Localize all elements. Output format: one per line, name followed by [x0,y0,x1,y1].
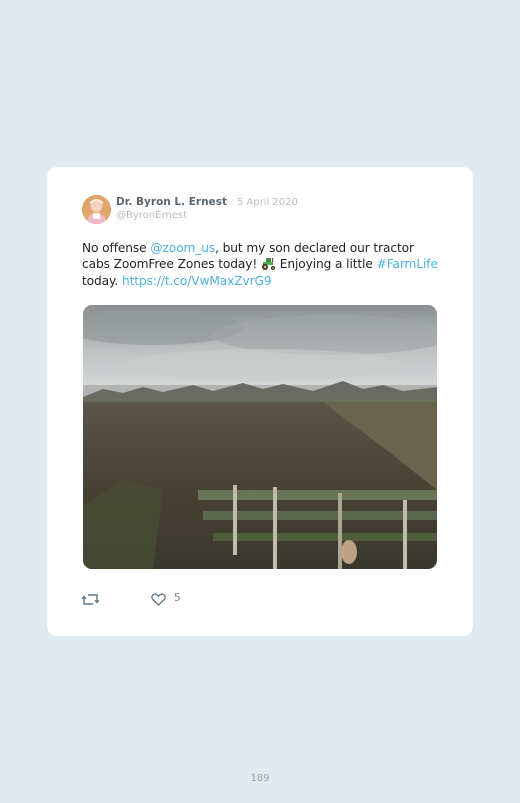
page: Dr. Byron L. Ernest · 5 April 2020 @Byro… [0,0,520,803]
url-link[interactable]: https://t.co/VwMaxZvrG9 [122,274,272,288]
tractor-emoji-icon [261,257,276,275]
tweet-text-part: No offense [82,241,151,255]
tweet-card: Dr. Byron L. Ernest · 5 April 2020 @Byro… [47,167,473,636]
avatar[interactable] [82,195,111,224]
retweet-icon[interactable] [81,591,100,610]
tweet-text-part: today. [82,274,122,288]
tweet-photo[interactable] [83,305,437,569]
tweet-text: No offense @zoom_us, but my son declared… [82,241,444,290]
like-count: 5 [174,592,181,604]
tweet-text-part: Enjoying a little [275,256,377,271]
tweet-date[interactable]: 5 April 2020 [237,197,298,208]
page-number: 189 [250,773,270,784]
author-line: Dr. Byron L. Ernest · 5 April 2020 [116,196,298,208]
mention-link[interactable]: @zoom_us [150,241,215,255]
date-separator: · [230,197,234,208]
author-handle[interactable]: @ByronErnest [116,210,187,221]
heart-icon[interactable] [151,591,166,610]
tweet-actions: 5 [81,591,282,610]
hashtag-link[interactable]: #FarmLife [377,257,438,271]
author-name[interactable]: Dr. Byron L. Ernest [116,196,227,208]
